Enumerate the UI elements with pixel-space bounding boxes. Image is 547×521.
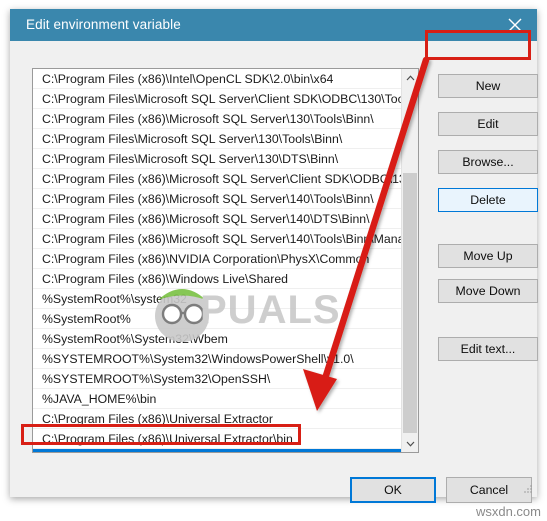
edit-environment-variable-dialog: Edit environment variable C:\Program Fil…: [10, 9, 538, 503]
title-bar: Edit environment variable: [10, 9, 537, 41]
move-up-button[interactable]: Move Up: [438, 244, 538, 268]
ok-button[interactable]: OK: [350, 477, 436, 503]
chevron-down-icon[interactable]: [402, 435, 418, 452]
list-item[interactable]: C:\Program Files (x86)\Microsoft SQL Ser…: [33, 169, 401, 189]
cancel-button[interactable]: Cancel: [446, 477, 532, 503]
screenshot-root: Edit environment variable C:\Program Fil…: [0, 0, 547, 521]
list-item[interactable]: %JAVA_HOME%\bin: [33, 389, 401, 409]
list-item[interactable]: C:\Program Files\Microsoft SQL Server\13…: [33, 129, 401, 149]
list-item[interactable]: C:\Program Files (x86)\NVIDIA Corporatio…: [33, 249, 401, 269]
move-down-button[interactable]: Move Down: [438, 279, 538, 303]
browse-button[interactable]: Browse...: [438, 150, 538, 174]
window-title: Edit environment variable: [26, 17, 181, 32]
path-list-rows: C:\Program Files (x86)\Intel\OpenCL SDK\…: [33, 69, 401, 452]
new-button[interactable]: New: [438, 74, 538, 98]
list-item[interactable]: %SystemRoot%\system32: [33, 289, 401, 309]
resize-grip[interactable]: [523, 484, 533, 494]
list-item[interactable]: %SYSTEMROOT%\System32\OpenSSH\: [33, 369, 401, 389]
close-icon[interactable]: [492, 9, 537, 41]
edit-text-button[interactable]: Edit text...: [438, 337, 538, 361]
list-item[interactable]: %SYSTEMROOT%\System32\WindowsPowerShell\…: [33, 349, 401, 369]
list-item[interactable]: C:\Program Files (x86)\Microsoft SQL Ser…: [33, 229, 401, 249]
list-item[interactable]: C:\Program Files (x86)\Windows Live\Shar…: [33, 269, 401, 289]
list-item[interactable]: C:\Program Files (x86)\Microsoft SQL Ser…: [33, 109, 401, 129]
edit-button[interactable]: Edit: [438, 112, 538, 136]
chevron-up-icon[interactable]: [402, 69, 418, 86]
list-item[interactable]: C:\Program Files\Microsoft SQL Server\Cl…: [33, 89, 401, 109]
list-item[interactable]: C:\Program Files\Microsoft SQL Server\13…: [33, 149, 401, 169]
list-item[interactable]: C:\Program Files (x86)\Universal Extract…: [33, 409, 401, 429]
list-item-selected[interactable]: C:\Windows;C:\Windows\System32;C:\Python…: [33, 449, 401, 452]
list-item[interactable]: C:\Program Files (x86)\Microsoft SQL Ser…: [33, 189, 401, 209]
site-watermark: wsxdn.com: [475, 504, 541, 519]
dialog-body: C:\Program Files (x86)\Intel\OpenCL SDK\…: [10, 41, 538, 503]
list-item[interactable]: C:\Program Files (x86)\Intel\OpenCL SDK\…: [33, 69, 401, 89]
path-list-box[interactable]: C:\Program Files (x86)\Intel\OpenCL SDK\…: [32, 68, 419, 453]
list-item[interactable]: C:\Program Files (x86)\Universal Extract…: [33, 429, 401, 449]
list-item[interactable]: %SystemRoot%: [33, 309, 401, 329]
list-item[interactable]: C:\Program Files (x86)\Microsoft SQL Ser…: [33, 209, 401, 229]
list-item[interactable]: %SystemRoot%\System32\Wbem: [33, 329, 401, 349]
vertical-scrollbar[interactable]: [401, 69, 418, 452]
scrollbar-thumb[interactable]: [403, 173, 417, 433]
delete-button[interactable]: Delete: [438, 188, 538, 212]
